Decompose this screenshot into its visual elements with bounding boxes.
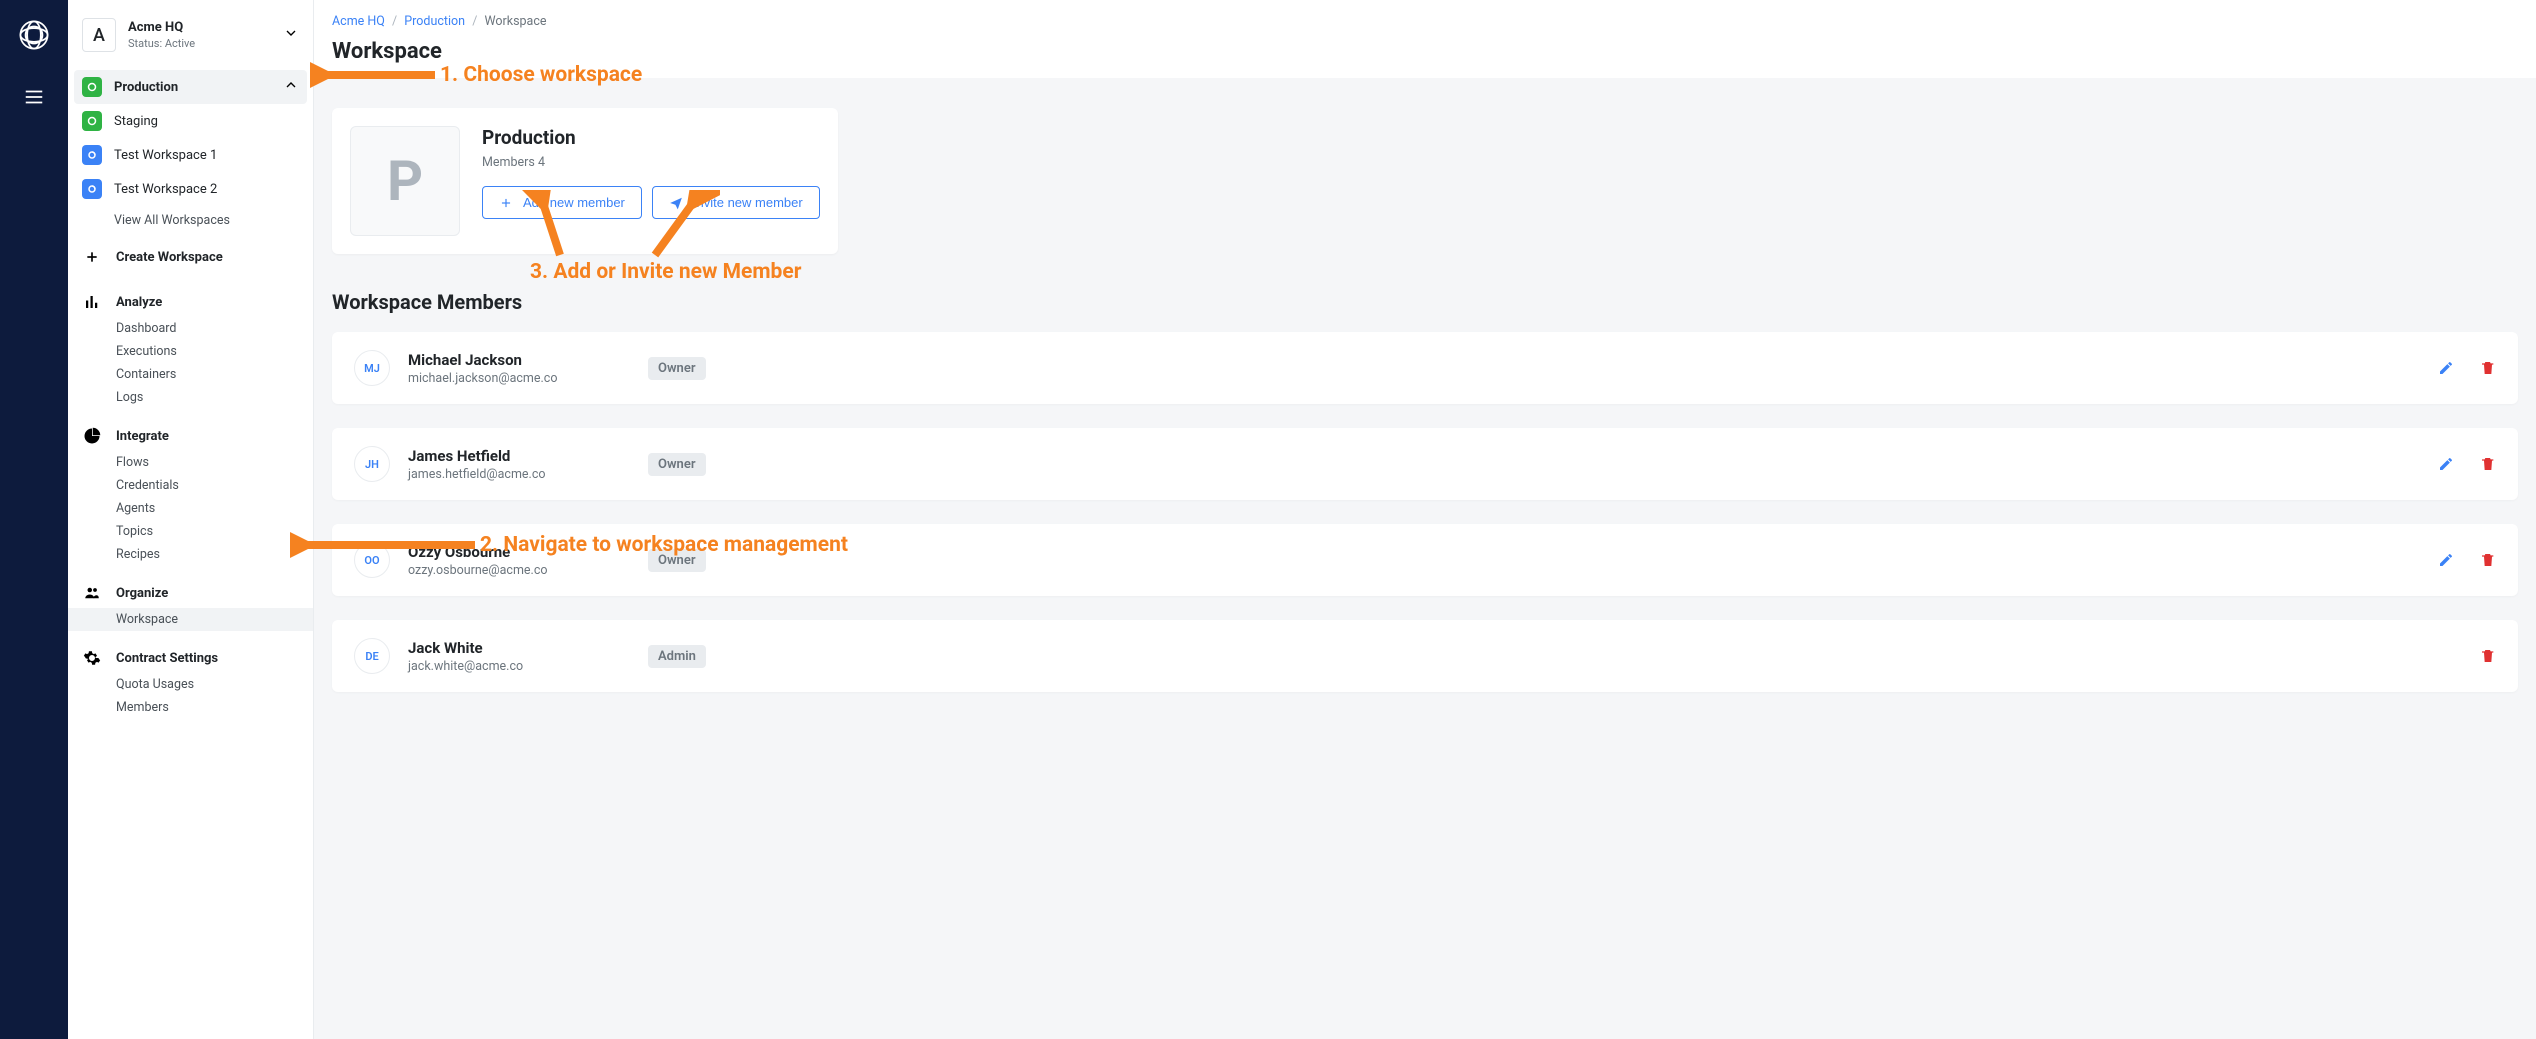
nav-item-recipes[interactable]: Recipes: [68, 543, 313, 566]
create-workspace-label: Create Workspace: [116, 250, 223, 265]
nav-item-members[interactable]: Members: [68, 696, 313, 719]
chevron-down-icon: [283, 25, 299, 45]
nav-item-workspace[interactable]: Workspace: [68, 608, 313, 631]
edit-member-button[interactable]: [2438, 360, 2454, 376]
send-icon: [669, 196, 683, 210]
plus-icon: [499, 196, 513, 210]
workspace-label: Test Workspace 2: [114, 182, 299, 197]
member-role-badge: Admin: [648, 645, 706, 668]
create-workspace-button[interactable]: Create Workspace: [68, 235, 313, 275]
member-avatar: DE: [354, 638, 390, 674]
members-section-title: Workspace Members: [332, 290, 2518, 314]
gear-icon: [82, 649, 102, 667]
member-name: James Hetfield: [408, 447, 648, 465]
org-name: Acme HQ: [128, 20, 271, 35]
workspace-avatar: P: [350, 126, 460, 236]
delete-member-button[interactable]: [2480, 648, 2496, 664]
workspace-icon: [82, 179, 102, 199]
breadcrumb-workspace[interactable]: Production: [404, 14, 465, 29]
nav-item-flows[interactable]: Flows: [68, 451, 313, 474]
nav-heading-contract[interactable]: Contract Settings: [68, 637, 313, 673]
nav-item-quota[interactable]: Quota Usages: [68, 673, 313, 696]
add-member-button[interactable]: Add new member: [482, 186, 642, 219]
breadcrumb-current: Workspace: [484, 14, 546, 29]
edit-member-button[interactable]: [2438, 552, 2454, 568]
delete-member-button[interactable]: [2480, 360, 2496, 376]
pie-chart-icon: [82, 427, 102, 445]
member-avatar: MJ: [354, 350, 390, 386]
view-all-workspaces-link[interactable]: View All Workspaces: [68, 206, 313, 235]
member-row: OO Ozzy Osbourne ozzy.osbourne@acme.co O…: [332, 524, 2518, 596]
org-status: Status: Active: [128, 37, 271, 50]
edit-member-button[interactable]: [2438, 456, 2454, 472]
workspace-item-test2[interactable]: Test Workspace 2: [68, 172, 313, 206]
member-email: james.hetfield@acme.co: [408, 467, 648, 482]
delete-member-button[interactable]: [2480, 552, 2496, 568]
app-logo-icon[interactable]: [17, 18, 51, 56]
breadcrumb-org[interactable]: Acme HQ: [332, 14, 385, 29]
main-content: Acme HQ / Production / Workspace Workspa…: [314, 0, 2536, 1039]
member-email: jack.white@acme.co: [408, 659, 648, 674]
nav-item-agents[interactable]: Agents: [68, 497, 313, 520]
nav-item-logs[interactable]: Logs: [68, 386, 313, 409]
workspace-item-test1[interactable]: Test Workspace 1: [68, 138, 313, 172]
member-row: DE Jack White jack.white@acme.co Admin: [332, 620, 2518, 692]
sidebar: A Acme HQ Status: Active Production Stag…: [68, 0, 314, 1039]
bar-chart-icon: [82, 293, 102, 311]
member-row: JH James Hetfield james.hetfield@acme.co…: [332, 428, 2518, 500]
member-avatar: JH: [354, 446, 390, 482]
workspace-icon: [82, 145, 102, 165]
workspace-member-count: Members 4: [482, 155, 820, 170]
nav-heading-integrate[interactable]: Integrate: [68, 415, 313, 451]
app-rail: [0, 0, 68, 1039]
workspace-label: Production: [114, 80, 271, 95]
workspace-item-staging[interactable]: Staging: [68, 104, 313, 138]
nav-item-containers[interactable]: Containers: [68, 363, 313, 386]
member-role-badge: Owner: [648, 453, 706, 476]
invite-member-button[interactable]: Invite new member: [652, 186, 820, 219]
workspace-label: Staging: [114, 114, 299, 129]
member-role-badge: Owner: [648, 549, 706, 572]
member-row: MJ Michael Jackson michael.jackson@acme.…: [332, 332, 2518, 404]
workspace-icon: [82, 77, 102, 97]
nav-heading-organize[interactable]: Organize: [68, 572, 313, 608]
workspace-card: P Production Members 4 Add new member In…: [332, 108, 838, 254]
nav-item-executions[interactable]: Executions: [68, 340, 313, 363]
member-email: michael.jackson@acme.co: [408, 371, 648, 386]
workspace-label: Test Workspace 1: [114, 148, 299, 163]
plus-icon: [82, 249, 102, 265]
workspace-title: Production: [482, 126, 820, 149]
member-name: Michael Jackson: [408, 351, 648, 369]
member-name: Jack White: [408, 639, 648, 657]
nav-item-topics[interactable]: Topics: [68, 520, 313, 543]
org-avatar: A: [82, 18, 116, 52]
breadcrumb: Acme HQ / Production / Workspace: [314, 0, 2536, 35]
member-name: Ozzy Osbourne: [408, 543, 648, 561]
member-avatar: OO: [354, 542, 390, 578]
chevron-up-icon: [283, 77, 299, 97]
workspace-icon: [82, 111, 102, 131]
nav-item-credentials[interactable]: Credentials: [68, 474, 313, 497]
member-role-badge: Owner: [648, 357, 706, 380]
delete-member-button[interactable]: [2480, 456, 2496, 472]
nav-item-dashboard[interactable]: Dashboard: [68, 317, 313, 340]
org-switcher[interactable]: A Acme HQ Status: Active: [68, 10, 313, 60]
hamburger-menu-icon[interactable]: [23, 86, 45, 112]
workspace-item-production[interactable]: Production: [74, 70, 307, 104]
people-icon: [82, 584, 102, 602]
page-title: Workspace: [314, 35, 2536, 78]
member-email: ozzy.osbourne@acme.co: [408, 563, 648, 578]
nav-heading-analyze[interactable]: Analyze: [68, 281, 313, 317]
